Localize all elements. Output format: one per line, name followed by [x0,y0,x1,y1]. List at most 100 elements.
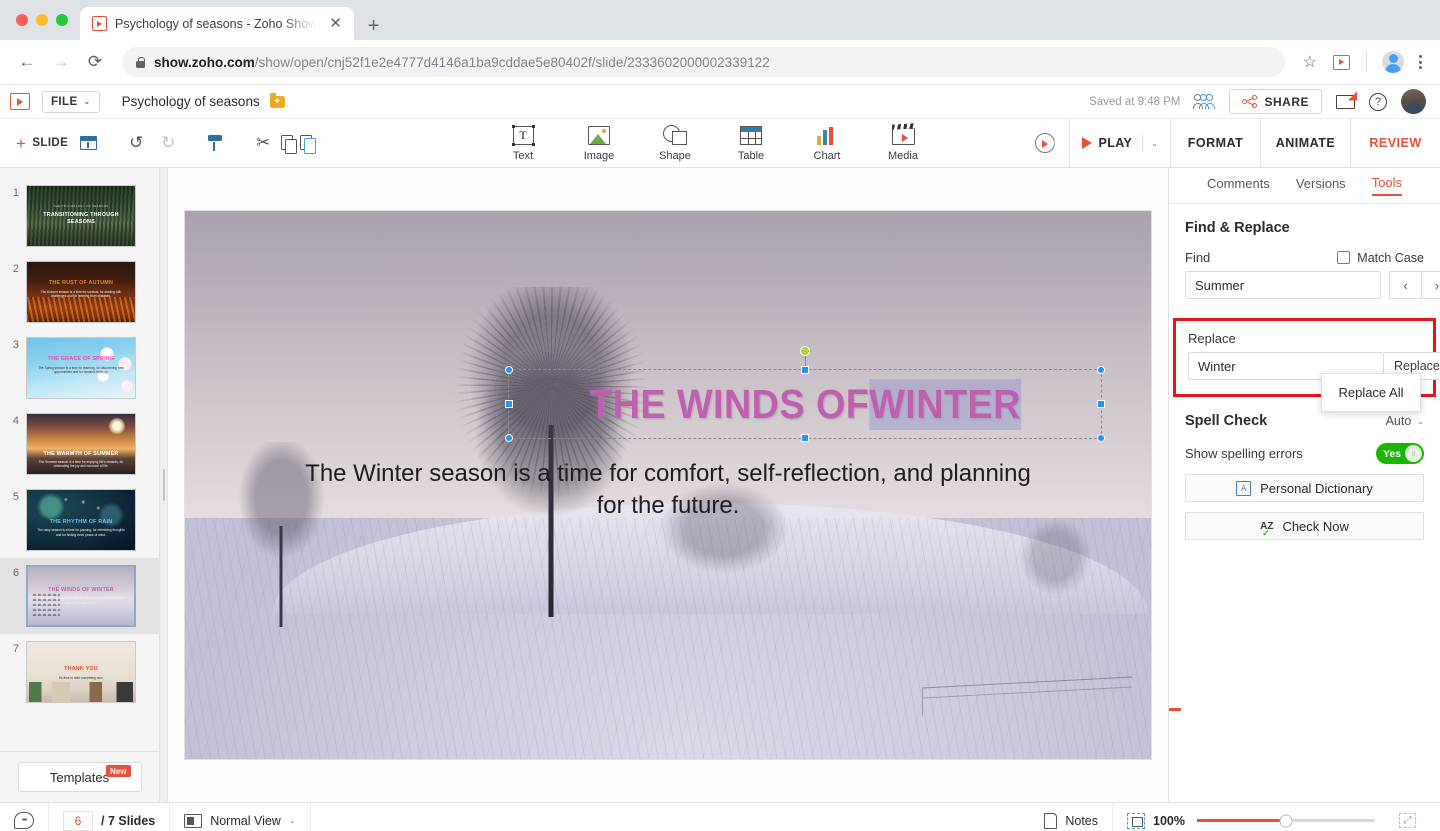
rotate-handle[interactable] [800,346,810,356]
tab-animate[interactable]: ANIMATE [1260,119,1350,167]
insert-image-button[interactable]: Image [576,123,622,162]
resize-handle-top-left[interactable] [505,366,513,374]
zoho-extension-icon[interactable] [1333,54,1350,70]
slide-thumbnail-3[interactable]: 3 THE GRACE OF SPRING The Spring season is… [0,330,159,406]
slide-canvas-area[interactable]: The Winter season is a time for comfort,… [168,168,1168,802]
slide-thumbnail-preview[interactable]: THE GRACE OF SPRING The Spring season is … [26,337,136,399]
panel-resize-handle[interactable] [160,168,168,802]
replace-all-menu-item[interactable]: Replace All [1321,373,1421,412]
find-previous-button[interactable]: ‹ [1389,271,1421,299]
slide-canvas[interactable]: The Winter season is a time for comfort,… [185,211,1151,759]
slide-thumbnail-preview[interactable]: THE RUST OF AUTUMN The Autumn season is a… [26,261,136,323]
play-button[interactable]: PLAY [1081,136,1133,150]
resize-handle-middle-right[interactable] [1097,400,1105,408]
match-case-checkbox[interactable]: Match Case [1337,251,1424,265]
templates-button[interactable]: Templates New [17,762,142,792]
back-icon[interactable]: ← [12,47,42,77]
reload-icon[interactable]: ⟳ [80,47,110,77]
insert-table-button[interactable]: Table [728,123,774,162]
document-title[interactable]: Psychology of seasons [122,94,260,109]
slide-subtitle[interactable]: The Winter season is a time for comfort,… [301,458,1035,522]
tab-review[interactable]: REVIEW [1350,119,1440,167]
check-now-button[interactable]: AZ Check Now [1185,512,1424,540]
maximize-window-button[interactable] [56,14,68,26]
slide-thumbnail-preview[interactable]: THANK YOU It's time to start something ne… [26,641,136,703]
review-side-panel: Comments Versions Tools Find & Replace F… [1168,168,1440,802]
chat-button[interactable] [0,803,49,831]
share-button[interactable]: SHARE [1229,89,1322,114]
insert-text-button[interactable]: T Text [500,123,546,162]
browser-profile-avatar[interactable] [1382,51,1404,73]
slide-thumbnail-list[interactable]: 1 THE PSYCHOLOGY OF SEASONS TRANSITIONING … [0,168,159,751]
current-slide-input[interactable]: 6 [63,810,93,831]
redo-icon[interactable]: ↻ [154,129,182,157]
insert-chart-button[interactable]: Chart [804,123,850,162]
copy-icon[interactable] [281,134,298,154]
browser-menu-icon[interactable] [1413,50,1428,74]
slide-thumbnail-2[interactable]: 2 THE RUST OF AUTUMN The Autumn season is … [0,254,159,330]
address-bar[interactable]: show.zoho.com/show/open/cnj52f1e2e4777d4… [122,47,1285,77]
personal-dictionary-button[interactable]: A Personal Dictionary [1185,474,1424,502]
file-menu-button[interactable]: FILE ⌄ [42,90,100,113]
slide-thumbnail-preview[interactable]: THE RHYTHM OF RAIN The rainy season is a … [26,489,136,551]
cut-icon[interactable]: ✂ [249,129,277,157]
zoom-slider-knob[interactable] [1279,814,1293,827]
zoom-level-label: 100% [1153,813,1185,828]
view-mode-select[interactable]: Normal View ⌄ [170,803,311,831]
bookmark-star-icon[interactable]: ☆ [1303,52,1317,72]
zoom-slider[interactable] [1197,814,1375,827]
tab-format[interactable]: FORMAT [1170,119,1260,167]
help-icon[interactable]: ? [1369,92,1387,111]
resize-handle-top-center[interactable] [801,366,809,374]
format-painter-icon[interactable] [207,135,224,151]
slide-title[interactable]: THE WINDS OF WINTER [533,370,1078,438]
resize-handle-bottom-center[interactable] [801,434,809,442]
forward-icon[interactable]: → [46,47,76,77]
resize-handle-top-right[interactable] [1097,366,1105,374]
slide-thumbnail-preview[interactable]: THE WARMTH OF SUMMER The Summer season is… [26,413,136,475]
thumbnail-subtitle: The Autumn season is a time for survival… [40,289,122,299]
slide-thumbnail-preview[interactable]: THE PSYCHOLOGY OF SEASONS TRANSITIONING T… [26,185,136,247]
slide-thumbnail-preview[interactable]: THE WINDS OF WINTER The Winter season is … [26,565,136,627]
tab-tools[interactable]: Tools [1371,175,1403,196]
fit-to-slide-icon[interactable] [1127,812,1145,829]
resize-handle-bottom-left[interactable] [505,434,513,442]
selected-title-textbox[interactable]: THE WINDS OF WINTER [505,346,1105,442]
tab-versions[interactable]: Versions [1296,176,1346,195]
spell-check-mode-select[interactable]: Auto ⌄ [1386,414,1424,428]
resize-handle-middle-left[interactable] [505,400,513,408]
slide-thumbnail-6[interactable]: 6 THE WINDS OF WINTER The Winter season is… [0,558,159,634]
minimize-window-button[interactable] [36,14,48,26]
insert-media-button[interactable]: Media [880,123,926,162]
tab-comments[interactable]: Comments [1207,176,1270,195]
paste-icon[interactable] [300,134,317,154]
close-tab-icon[interactable]: ✕ [325,14,346,33]
slide-thumbnail-1[interactable]: 1 THE PSYCHOLOGY OF SEASONS TRANSITIONING … [0,178,159,254]
collaborators-icon[interactable] [1193,94,1216,109]
slide-thumbnail-4[interactable]: 4 THE WARMTH OF SUMMER The Summer season i… [0,406,159,482]
mail-icon[interactable] [1336,94,1355,109]
new-tab-button[interactable]: + [368,16,380,36]
find-nav-group: ‹ › [1389,271,1440,299]
browser-tab[interactable]: Psychology of seasons - Zoho Show ✕ [80,7,354,40]
find-next-button[interactable]: › [1421,271,1440,299]
show-spelling-errors-toggle[interactable]: Yes ॥ [1376,443,1424,464]
fullscreen-expand-icon[interactable] [1399,813,1416,828]
ribbon-left-group: + SLIDE ↺ ↻ ✂ [0,119,317,167]
resize-handle-bottom-right[interactable] [1097,434,1105,442]
move-to-folder-icon[interactable] [269,93,285,108]
undo-icon[interactable]: ↺ [122,129,150,157]
find-input[interactable] [1185,271,1381,299]
user-avatar[interactable] [1401,89,1426,114]
insert-shape-button[interactable]: Shape [652,123,698,162]
slide-layout-icon[interactable] [80,136,98,150]
slide-thumbnail-7[interactable]: 7 THANK YOU It's time to start something n… [0,634,159,710]
zoho-show-logo-icon[interactable] [10,93,30,110]
notes-button[interactable]: Notes [1030,803,1113,831]
check-now-label: Check Now [1282,518,1349,534]
close-window-button[interactable] [16,14,28,26]
slide-thumbnail-5[interactable]: 5 THE RHYTHM OF RAIN The rainy season is a… [0,482,159,558]
presentation-settings-icon[interactable] [1035,133,1055,153]
play-chevron-down-icon[interactable]: ⌄ [1151,139,1158,148]
add-slide-button[interactable]: + SLIDE [8,135,76,152]
